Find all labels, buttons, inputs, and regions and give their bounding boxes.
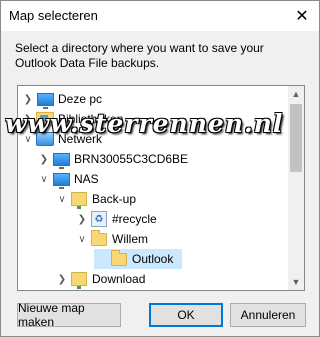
chevron-right-icon[interactable]: ❯ (54, 269, 70, 289)
new-folder-button[interactable]: Nieuwe map maken (17, 303, 121, 327)
tree-item-bibliotheken[interactable]: ❯ Bibliotheken (20, 109, 286, 129)
title-bar: Map selecteren ✕ (1, 1, 319, 31)
tree-item-deze-pc[interactable]: ❯ Deze pc (20, 89, 286, 109)
scroll-up-icon[interactable]: ▲ (288, 86, 304, 102)
folder-picker-dialog: Map selecteren ✕ Select a directory wher… (0, 0, 320, 337)
folder-icon (110, 251, 128, 267)
chevron-right-icon[interactable]: ❯ (20, 109, 36, 129)
tree-item-label: Back-up (92, 192, 136, 206)
cancel-button[interactable]: Annuleren (230, 303, 306, 327)
tree-item-label: Download (92, 272, 145, 286)
tree-item-willem[interactable]: ∨ Willem (74, 229, 286, 249)
tree-item-label: Outlook (132, 252, 173, 266)
network-share-icon (70, 191, 88, 207)
tree-item-label: NAS (74, 172, 99, 186)
network-icon (36, 131, 54, 147)
libraries-icon (36, 111, 54, 127)
chevron-down-icon[interactable]: ∨ (36, 169, 52, 189)
tree-item-outlook[interactable]: Outlook (94, 249, 182, 269)
scroll-down-icon[interactable]: ▼ (288, 274, 304, 290)
chevron-right-icon[interactable]: ❯ (74, 209, 90, 229)
folder-tree[interactable]: ❯ Deze pc ❯ Bibliotheken ∨ Netwerk ❯ BRN… (17, 85, 305, 291)
tree-item-nas[interactable]: ∨ NAS (36, 169, 286, 189)
chevron-down-icon[interactable]: ∨ (54, 189, 70, 209)
tree-item-label: BRN30055C3CD6BE (74, 152, 188, 166)
computer-icon (52, 171, 70, 187)
computer-icon (52, 151, 70, 167)
ok-button[interactable]: OK (149, 303, 223, 327)
tree-item-brn30055c3cd6be[interactable]: ❯ BRN30055C3CD6BE (36, 149, 286, 169)
chevron-down-icon[interactable]: ∨ (74, 229, 90, 249)
window-title: Map selecteren (9, 8, 98, 23)
chevron-down-icon[interactable]: ∨ (20, 129, 36, 149)
vertical-scrollbar[interactable]: ▲ ▼ (288, 86, 304, 290)
tree-item-back-up[interactable]: ∨ Back-up (54, 189, 286, 209)
close-icon[interactable]: ✕ (291, 5, 313, 27)
tree-item-label: Netwerk (58, 132, 102, 146)
tree-item-label: #recycle (112, 212, 157, 226)
scrollbar-thumb[interactable] (290, 104, 302, 172)
recycle-folder-icon: ♻ (90, 211, 108, 227)
description-text: Select a directory where you want to sav… (15, 41, 307, 71)
tree-item-download[interactable]: ❯ Download (54, 269, 286, 289)
tree-item-label: Willem (112, 232, 148, 246)
tree-item-recycle[interactable]: ❯ ♻ #recycle (74, 209, 286, 229)
chevron-right-icon[interactable]: ❯ (20, 89, 36, 109)
folder-icon (90, 231, 108, 247)
tree-item-label: Bibliotheken (58, 112, 123, 126)
monitor-icon (36, 91, 54, 107)
tree-item-netwerk[interactable]: ∨ Netwerk (20, 129, 286, 149)
tree-item-label: Deze pc (58, 92, 102, 106)
chevron-right-icon[interactable]: ❯ (36, 149, 52, 169)
network-share-icon (70, 271, 88, 287)
